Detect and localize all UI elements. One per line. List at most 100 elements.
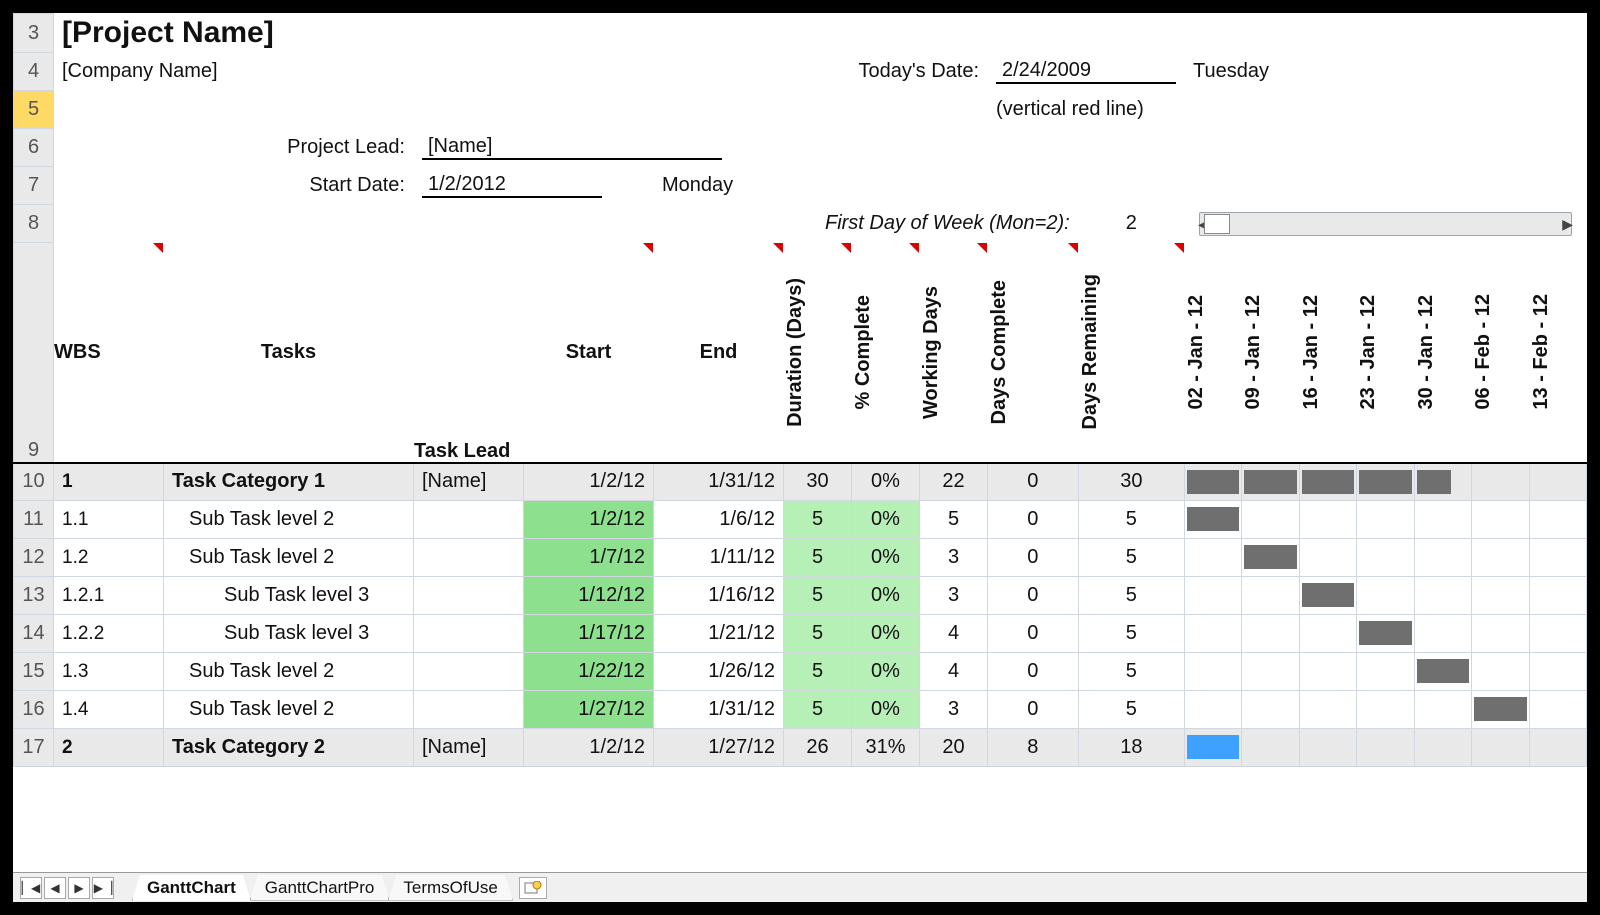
cell-task[interactable]: Sub Task level 2: [164, 691, 414, 729]
tab-nav-prev[interactable]: ◀: [44, 877, 66, 899]
cell-task[interactable]: Sub Task level 3: [164, 615, 414, 653]
cell-start[interactable]: 1/12/12: [524, 577, 654, 615]
gantt-cell[interactable]: [1472, 691, 1529, 729]
project-title[interactable]: [Project Name]: [54, 14, 1587, 53]
table-row[interactable]: 172Task Category 2[Name]1/2/121/27/12263…: [14, 729, 1587, 767]
gantt-cell[interactable]: [1299, 691, 1356, 729]
tab-nav-last[interactable]: ▶▕: [92, 877, 114, 899]
col-duration[interactable]: Duration (Days): [784, 243, 852, 463]
table-row[interactable]: 111.1Sub Task level 21/2/121/6/1250%505: [14, 501, 1587, 539]
row-4[interactable]: 4 [Company Name] Today's Date: 2/24/2009…: [14, 53, 1587, 91]
cell-end[interactable]: 1/31/12: [654, 691, 784, 729]
cell-wbs[interactable]: 1.2: [54, 539, 164, 577]
gantt-cell[interactable]: [1472, 729, 1529, 767]
cell-duration[interactable]: 26: [784, 729, 852, 767]
cell-wdays[interactable]: 4: [920, 653, 988, 691]
table-row[interactable]: 101Task Category 1[Name]1/2/121/31/12300…: [14, 463, 1587, 501]
cell-dcomp[interactable]: 0: [988, 653, 1079, 691]
cell-drem[interactable]: 5: [1078, 615, 1184, 653]
tab-nav-next[interactable]: ▶: [68, 877, 90, 899]
cell-drem[interactable]: 5: [1078, 577, 1184, 615]
cell-start[interactable]: 1/7/12: [524, 539, 654, 577]
cell-task[interactable]: Sub Task level 2: [164, 653, 414, 691]
gantt-cell[interactable]: [1529, 463, 1586, 501]
row-header[interactable]: 11: [14, 501, 54, 539]
row-header-4[interactable]: 4: [14, 53, 54, 91]
gantt-cell[interactable]: [1357, 577, 1414, 615]
col-dcomp[interactable]: Days Complete: [988, 243, 1079, 463]
company-name[interactable]: [Company Name]: [54, 53, 654, 91]
gantt-cell[interactable]: [1414, 615, 1471, 653]
gantt-cell[interactable]: [1185, 463, 1242, 501]
gantt-cell[interactable]: [1242, 463, 1299, 501]
gantt-cell[interactable]: [1529, 577, 1586, 615]
table-row[interactable]: 121.2Sub Task level 21/7/121/11/1250%305: [14, 539, 1587, 577]
cell-pct[interactable]: 0%: [852, 653, 920, 691]
row-header[interactable]: 12: [14, 539, 54, 577]
cell-duration[interactable]: 5: [784, 615, 852, 653]
gantt-cell[interactable]: [1185, 577, 1242, 615]
gantt-cell[interactable]: [1414, 691, 1471, 729]
col-week-4[interactable]: 30 - Jan - 12: [1414, 243, 1471, 463]
cell-wbs[interactable]: 1.1: [54, 501, 164, 539]
gantt-cell[interactable]: [1185, 501, 1242, 539]
cell-start[interactable]: 1/2/12: [524, 729, 654, 767]
cell-task[interactable]: Task Category 2: [164, 729, 414, 767]
row-header[interactable]: 17: [14, 729, 54, 767]
row-header[interactable]: 15: [14, 653, 54, 691]
gantt-cell[interactable]: [1529, 539, 1586, 577]
gantt-cell[interactable]: [1472, 463, 1529, 501]
cell-wbs[interactable]: 1.2.1: [54, 577, 164, 615]
gantt-cell[interactable]: [1414, 463, 1471, 501]
gantt-cell[interactable]: [1299, 653, 1356, 691]
gantt-cell[interactable]: [1414, 653, 1471, 691]
cell-task[interactable]: Task Category 1: [164, 463, 414, 501]
col-wbs[interactable]: WBS: [54, 243, 164, 463]
gantt-cell[interactable]: [1357, 463, 1414, 501]
gantt-cell[interactable]: [1357, 653, 1414, 691]
cell-start[interactable]: 1/22/12: [524, 653, 654, 691]
cell-dcomp[interactable]: 0: [988, 577, 1079, 615]
gantt-cell[interactable]: [1472, 615, 1529, 653]
cell-duration[interactable]: 5: [784, 501, 852, 539]
col-week-6[interactable]: 13 - Feb - 12: [1529, 243, 1586, 463]
gantt-cell[interactable]: [1472, 539, 1529, 577]
row-5[interactable]: 5 (vertical red line): [14, 91, 1587, 129]
sheet-tab[interactable]: TermsOfUse: [388, 875, 512, 901]
cell-end[interactable]: 1/21/12: [654, 615, 784, 653]
gantt-cell[interactable]: [1299, 729, 1356, 767]
cell-wdays[interactable]: 3: [920, 577, 988, 615]
table-row[interactable]: 161.4Sub Task level 21/27/121/31/1250%30…: [14, 691, 1587, 729]
cell-task[interactable]: Sub Task level 3: [164, 577, 414, 615]
gantt-cell[interactable]: [1242, 615, 1299, 653]
cell-duration[interactable]: 5: [784, 577, 852, 615]
gantt-cell[interactable]: [1529, 501, 1586, 539]
cell-lead[interactable]: [Name]: [414, 729, 524, 767]
cell-wdays[interactable]: 20: [920, 729, 988, 767]
cell-wdays[interactable]: 22: [920, 463, 988, 501]
first-dow-value[interactable]: 2: [1078, 205, 1184, 243]
sheet-tab[interactable]: GanttChartPro: [250, 875, 390, 901]
scroll-thumb[interactable]: [1204, 214, 1230, 234]
cell-end[interactable]: 1/31/12: [654, 463, 784, 501]
gantt-cell[interactable]: [1299, 577, 1356, 615]
table-row[interactable]: 131.2.1Sub Task level 31/12/121/16/1250%…: [14, 577, 1587, 615]
col-lead[interactable]: Task Lead: [414, 243, 524, 463]
gantt-cell[interactable]: [1299, 501, 1356, 539]
gantt-cell[interactable]: [1242, 577, 1299, 615]
row-9-header[interactable]: 9 WBS Tasks Task Lead Start End Duration…: [14, 243, 1587, 463]
cell-drem[interactable]: 30: [1078, 463, 1184, 501]
gantt-cell[interactable]: [1414, 577, 1471, 615]
cell-end[interactable]: 1/27/12: [654, 729, 784, 767]
cell-drem[interactable]: 5: [1078, 539, 1184, 577]
cell-duration[interactable]: 5: [784, 539, 852, 577]
gantt-cell[interactable]: [1529, 729, 1586, 767]
col-end[interactable]: End: [654, 243, 784, 463]
cell-end[interactable]: 1/6/12: [654, 501, 784, 539]
gantt-hscroll[interactable]: ◀ ▶: [1199, 212, 1572, 236]
gantt-cell[interactable]: [1529, 691, 1586, 729]
gantt-cell[interactable]: [1185, 729, 1242, 767]
cell-task[interactable]: Sub Task level 2: [164, 501, 414, 539]
row-header[interactable]: 14: [14, 615, 54, 653]
cell-drem[interactable]: 5: [1078, 691, 1184, 729]
